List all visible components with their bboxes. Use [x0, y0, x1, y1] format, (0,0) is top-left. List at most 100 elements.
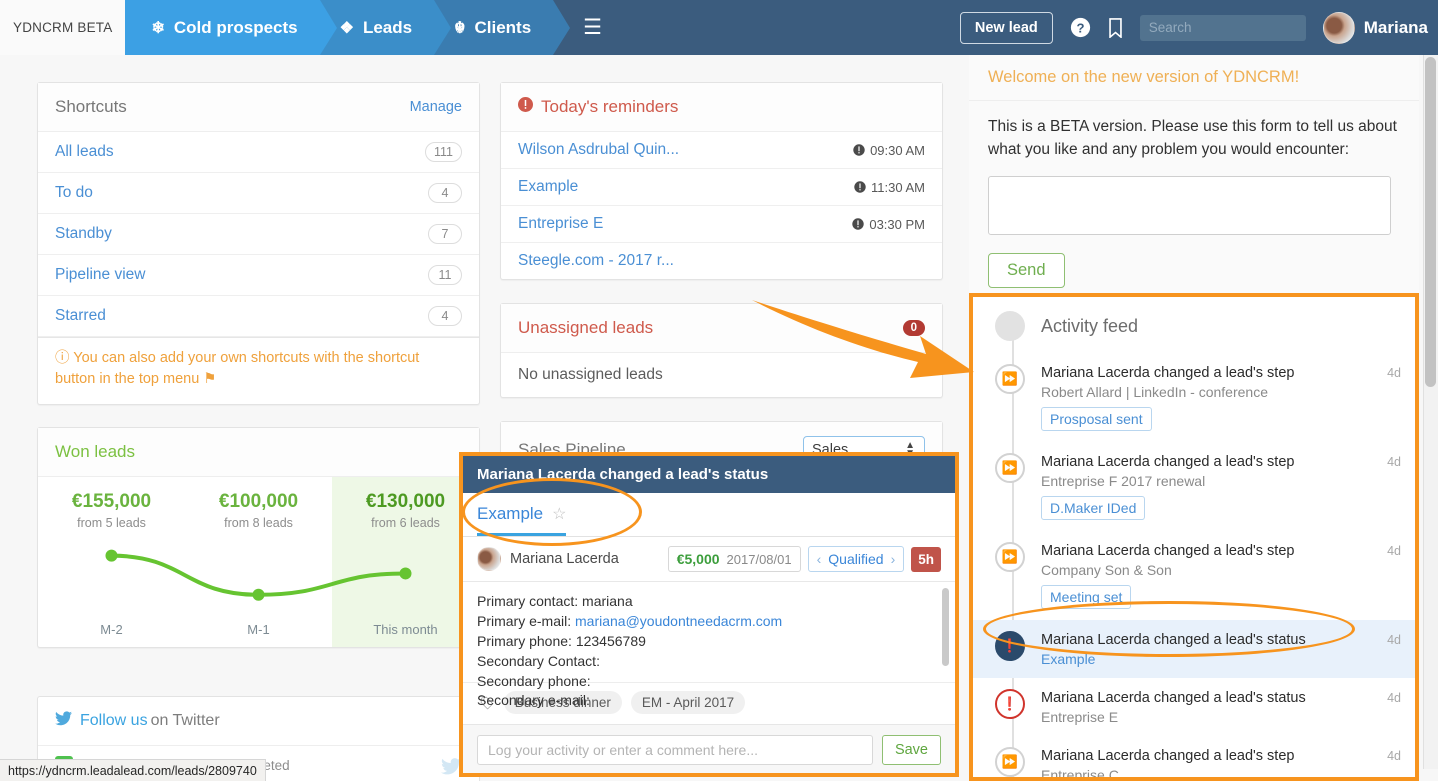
lead-date: 2017/08/01 [727, 552, 792, 567]
activity-feed-item[interactable]: ⏩ Mariana Lacerda changed a lead's step … [973, 531, 1415, 620]
lead-popup-meta: Mariana Lacerda €5,000 2017/08/01 ‹ Qual… [463, 537, 955, 582]
reminder-name[interactable]: Entreprise E [518, 215, 603, 233]
user-name-label: Mariana [1364, 18, 1428, 38]
activity-item-text: Mariana Lacerda changed a lead's step [1041, 365, 1294, 381]
detail-value: mariana [582, 593, 633, 609]
fast-forward-icon: ⏩ [995, 364, 1025, 394]
reminder-item[interactable]: Steegle.com - 2017 r... [501, 243, 942, 279]
shortcut-item-standby[interactable]: Standby 7 [38, 214, 479, 255]
feed-top-dot-icon [995, 311, 1025, 341]
detail-label: Secondary e-mail: [477, 692, 590, 708]
page-scrollbar[interactable] [1423, 55, 1438, 769]
reminder-time: 09:30 AM [853, 143, 925, 158]
activity-item-body: Mariana Lacerda changed a lead's status … [1041, 689, 1371, 725]
shortcut-item-to-do[interactable]: To do 4 [38, 173, 479, 214]
reminder-name[interactable]: Wilson Asdrubal Quin... [518, 141, 679, 159]
reminder-time-text: 03:30 PM [869, 217, 925, 232]
user-menu[interactable]: Mariana [1323, 12, 1428, 44]
activity-feed-item[interactable]: ⏩ Mariana Lacerda changed a lead's step … [973, 442, 1415, 531]
shortcut-label: Standby [55, 225, 112, 243]
lead-detail-popup: Mariana Lacerda changed a lead's status … [459, 452, 959, 777]
won-sublabel: from 5 leads [38, 516, 185, 530]
info-icon: ⓘ [55, 350, 70, 366]
lead-detail-row: Secondary e-mail: [477, 691, 941, 711]
lead-detail-row: Secondary phone: [477, 672, 941, 692]
fast-forward-icon: ⏩ [995, 453, 1025, 483]
reminder-item[interactable]: Example 11:30 AM [501, 169, 942, 206]
avatar [1323, 12, 1355, 44]
activity-item-subject: Entreprise C [1041, 767, 1371, 781]
save-comment-button[interactable]: Save [882, 735, 941, 765]
help-icon[interactable]: ? [1070, 17, 1091, 38]
activity-item-step-badge[interactable]: Meeting set [1041, 585, 1131, 609]
shortcuts-hint: ⓘ You can also add your own shortcuts wi… [38, 337, 479, 404]
star-icon[interactable]: ☆ [552, 504, 566, 524]
shortcut-count: 4 [428, 183, 462, 203]
detail-value: 123456789 [576, 633, 646, 649]
won-leads-line-chart [38, 537, 479, 617]
activity-feed-item[interactable]: ⏩ Mariana Lacerda changed a lead's step … [973, 353, 1415, 442]
detail-label: Primary e-mail: [477, 613, 571, 629]
lead-popup-tab[interactable]: Example ☆ [477, 504, 566, 536]
activity-item-text: Mariana Lacerda changed a lead's step [1041, 543, 1294, 559]
search-input[interactable] [1140, 15, 1306, 41]
activity-feed-item-selected[interactable]: ❗ Mariana Lacerda changed a lead's statu… [973, 620, 1415, 678]
shortcut-count: 4 [428, 306, 462, 326]
activity-item-step-badge[interactable]: Prosposal sent [1041, 407, 1152, 431]
won-x-label: M-1 [185, 622, 332, 637]
reminder-name[interactable]: Example [518, 178, 578, 196]
shortcut-count: 111 [425, 142, 462, 162]
lead-step-chip[interactable]: ‹ Qualified › [808, 546, 905, 572]
shortcut-item-starred[interactable]: Starred 4 [38, 296, 479, 337]
nav-tab-leads[interactable]: ❖ Leads [320, 0, 434, 55]
reminder-time-text: 11:30 AM [871, 180, 925, 195]
reminders-title: Today's reminders [541, 97, 678, 117]
lead-amount-chip[interactable]: €5,000 2017/08/01 [668, 546, 801, 572]
lead-details-scrollbar[interactable] [942, 588, 949, 666]
reminder-name[interactable]: Steegle.com - 2017 r... [518, 252, 674, 270]
comment-input[interactable] [477, 735, 873, 765]
send-feedback-button[interactable]: Send [988, 253, 1065, 288]
reminder-item[interactable]: Wilson Asdrubal Quin... 09:30 AM [501, 132, 942, 169]
activity-item-body: Mariana Lacerda changed a lead's step En… [1041, 453, 1371, 520]
svg-text:?: ? [1076, 20, 1084, 35]
shortcut-item-pipeline-view[interactable]: Pipeline view 11 [38, 255, 479, 296]
activity-item-subject: Company Son & Son [1041, 562, 1371, 578]
reminder-item[interactable]: Entreprise E 03:30 PM [501, 206, 942, 243]
activity-item-step-badge[interactable]: D.Maker IDed [1041, 496, 1145, 520]
shortcut-item-all-leads[interactable]: All leads 111 [38, 132, 479, 173]
activity-item-age: 4d [1387, 364, 1401, 431]
fast-forward-icon: ⏩ [995, 542, 1025, 572]
manage-shortcuts-link[interactable]: Manage [410, 99, 462, 115]
twitter-header: Follow us on Twitter [38, 697, 479, 746]
left-column: Shortcuts Manage All leads 111 To do 4 S… [37, 82, 480, 781]
shortcut-label: Pipeline view [55, 266, 145, 284]
chevron-left-icon[interactable]: ‹ [817, 551, 822, 567]
reminder-time: 03:30 PM [852, 217, 925, 232]
lead-owner-name: Mariana Lacerda [510, 551, 619, 567]
nav-tab-clients[interactable]: ☬ Clients [434, 0, 553, 55]
clock-icon [854, 181, 866, 193]
activity-feed-item[interactable]: ⏩ Mariana Lacerda changed a lead's step … [973, 736, 1415, 781]
detail-label: Primary contact: [477, 593, 578, 609]
beta-description: This is a BETA version. Please use this … [988, 115, 1400, 162]
activity-feed-item[interactable]: ❗ Mariana Lacerda changed a lead's statu… [973, 678, 1415, 736]
clock-icon [853, 144, 865, 156]
new-lead-button[interactable]: New lead [960, 12, 1053, 44]
chevron-right-icon[interactable]: › [891, 551, 896, 567]
lead-popup-tab-label[interactable]: Example [477, 504, 543, 524]
beta-feedback-textarea[interactable] [988, 176, 1391, 235]
bookmark-icon[interactable] [1108, 18, 1123, 38]
lead-age-badge: 5h [911, 547, 941, 572]
shortcut-label: Starred [55, 307, 106, 325]
won-amount: €130,000 [332, 491, 479, 513]
nav-tab-cold-prospects[interactable]: ❄ Cold prospects [125, 0, 319, 55]
twitter-follow-link[interactable]: Follow us [80, 712, 148, 730]
won-amount: €100,000 [185, 491, 332, 513]
activity-item-subject: Robert Allard | LinkedIn - conference [1041, 384, 1371, 400]
activity-feed-header: Activity feed [973, 297, 1415, 353]
detail-value-email-link[interactable]: mariana@youdontneedacrm.com [575, 613, 782, 629]
page-scrollbar-thumb[interactable] [1425, 57, 1436, 387]
activity-item-subject-link[interactable]: Example [1041, 651, 1371, 667]
activity-item-age: 4d [1387, 631, 1401, 667]
